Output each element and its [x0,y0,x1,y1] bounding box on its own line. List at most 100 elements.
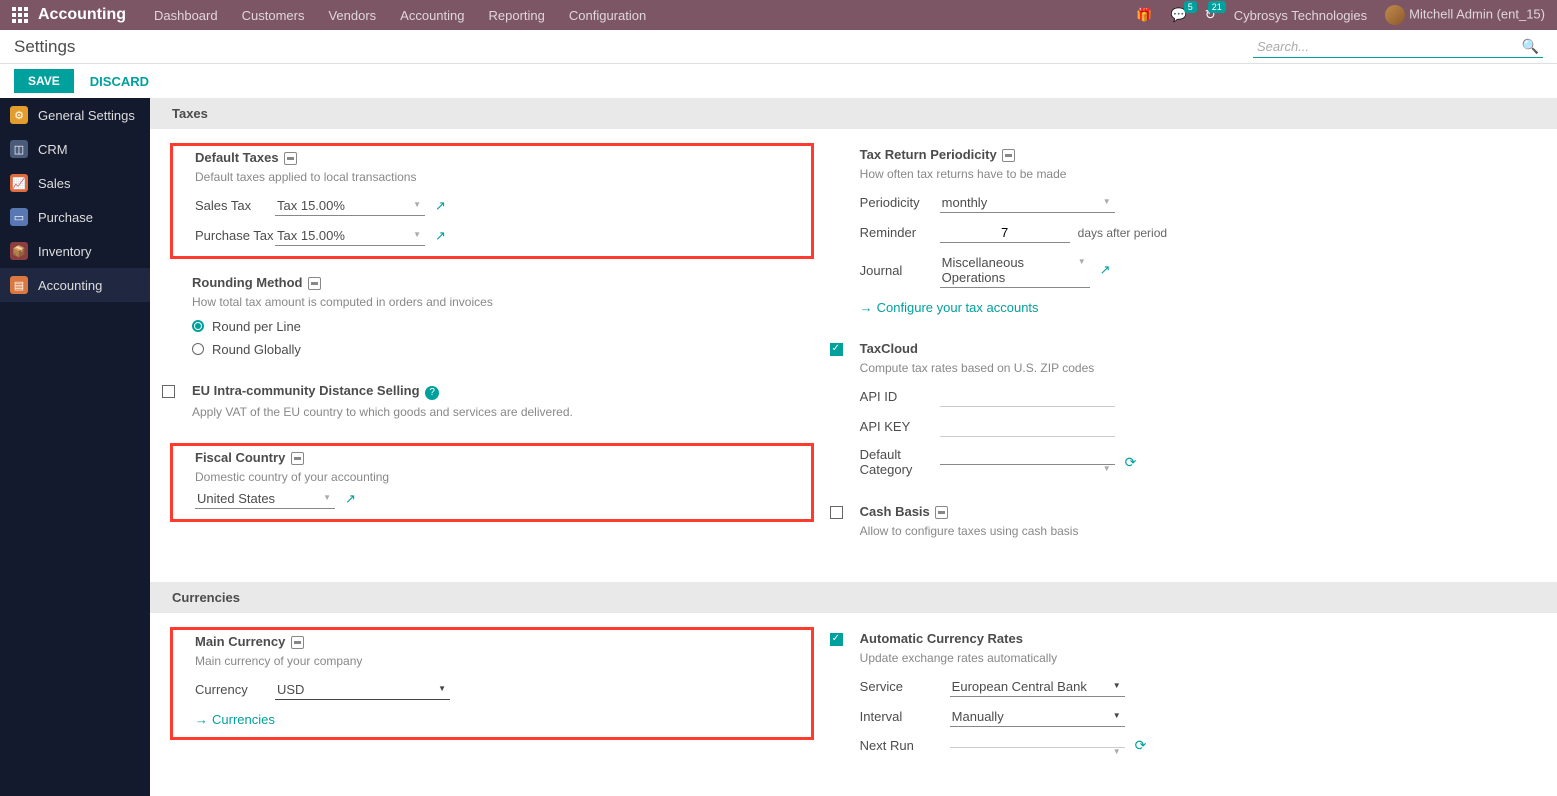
fiscal-country-select[interactable]: United States▼ [195,489,335,509]
dev-mode-icon[interactable] [291,452,304,465]
external-link-icon[interactable]: ↗ [435,198,446,214]
dev-mode-icon[interactable] [308,277,321,290]
gift-icon[interactable]: 🎁 [1136,7,1152,23]
apps-grid-icon[interactable] [12,7,28,23]
reload-icon[interactable]: ⟳ [1135,737,1147,754]
api-key-input[interactable] [940,417,1115,437]
activities-icon[interactable]: ↻21 [1205,7,1216,23]
sidebar-item-inventory[interactable]: 📦 Inventory [0,234,150,268]
checkbox-taxcloud[interactable] [830,343,843,356]
settings-content: Taxes Default Taxes Default taxes applie… [150,98,1557,796]
help-icon[interactable]: ? [425,386,439,400]
nav-configuration[interactable]: Configuration [569,8,646,23]
sales-icon: 📈 [10,174,28,192]
checkbox-eu[interactable] [162,385,175,398]
page-title: Settings [14,37,75,57]
sales-tax-select[interactable]: Tax 15.00%▼ [275,196,425,216]
external-link-icon[interactable]: ↗ [435,228,446,244]
radio-label: Round per Line [212,319,301,334]
sidebar-item-sales[interactable]: 📈Sales [0,166,150,200]
card-title: Cash Basis [860,504,930,519]
dev-mode-icon[interactable] [935,506,948,519]
sidebar-item-crm[interactable]: ◫CRM [0,132,150,166]
caret-icon: ▼ [1113,681,1121,690]
currency-select[interactable]: USD▼ [275,680,450,700]
dev-mode-icon[interactable] [1002,149,1015,162]
nav-customers[interactable]: Customers [242,8,305,23]
nav-vendors[interactable]: Vendors [328,8,376,23]
card-title: EU Intra-community Distance Selling [192,383,420,398]
nav-accounting[interactable]: Accounting [400,8,464,23]
interval-label: Interval [860,709,950,724]
category-select[interactable]: ▼ [940,460,1115,465]
app-title[interactable]: Accounting [38,6,126,24]
settings-sidebar: ⚙General Settings ◫CRM 📈Sales ▭Purchase … [0,98,150,796]
external-link-icon[interactable]: ↗ [1100,262,1111,278]
reminder-input[interactable] [940,223,1070,243]
interval-select[interactable]: Manually▼ [950,707,1125,727]
currency-label: Currency [195,682,275,697]
link-currencies[interactable]: →Currencies [195,712,275,727]
card-desc: How total tax amount is computed in orde… [192,294,806,311]
service-select[interactable]: European Central Bank▼ [950,677,1125,697]
sidebar-item-accounting[interactable]: ▤Accounting [0,268,150,302]
card-title: Default Taxes [195,150,279,165]
caret-icon: ▼ [1103,197,1111,206]
api-id-input[interactable] [940,387,1115,407]
purchase-icon: ▭ [10,208,28,226]
reload-icon[interactable]: ⟳ [1125,454,1137,471]
category-label: Default Category [860,447,940,478]
company-name[interactable]: Cybrosys Technologies [1234,8,1367,23]
card-title: TaxCloud [860,341,918,356]
caret-icon: ▼ [323,493,331,502]
user-menu[interactable]: Mitchell Admin (ent_15) [1385,5,1545,25]
sidebar-item-purchase[interactable]: ▭Purchase [0,200,150,234]
radio-round-per-line[interactable] [192,320,204,332]
nav-dashboard[interactable]: Dashboard [154,8,218,23]
search-icon[interactable]: 🔍 [1522,38,1539,55]
search-input[interactable] [1253,36,1543,58]
nav-reporting[interactable]: Reporting [489,8,545,23]
caret-icon: ▼ [1113,711,1121,720]
user-name: Mitchell Admin (ent_15) [1409,6,1545,21]
link-configure-tax[interactable]: →Configure your tax accounts [860,300,1039,315]
messages-icon[interactable]: 💬5 [1171,7,1187,23]
checkbox-auto-rates[interactable] [830,633,843,646]
periodicity-select[interactable]: monthly▼ [940,193,1115,213]
dev-mode-icon[interactable] [284,152,297,165]
radio-label: Round Globally [212,342,301,357]
card-title: Fiscal Country [195,450,285,465]
checkbox-cash-basis[interactable] [830,506,843,519]
sidebar-label: Inventory [38,244,91,259]
reminder-suffix: days after period [1078,226,1167,240]
gear-icon: ⚙ [10,106,28,124]
dev-mode-icon[interactable] [291,636,304,649]
external-link-icon[interactable]: ↗ [345,491,356,507]
sidebar-label: General Settings [38,108,135,123]
activities-badge: 21 [1208,1,1226,13]
card-desc: Allow to configure taxes using cash basi… [860,523,1474,540]
journal-select[interactable]: Miscellaneous Operations▼ [940,253,1090,288]
discard-button[interactable]: DISCARD [90,74,149,89]
purchase-tax-label: Purchase Tax [195,228,275,243]
service-label: Service [860,679,950,694]
next-run-select[interactable]: ▼ [950,743,1125,748]
action-bar: SAVE DISCARD [0,64,1557,98]
card-desc: Update exchange rates automatically [860,650,1474,667]
api-key-label: API KEY [860,419,940,434]
save-button[interactable]: SAVE [14,69,74,93]
caret-icon: ▼ [413,200,421,209]
subheader: Settings 🔍 [0,30,1557,64]
next-run-label: Next Run [860,738,950,753]
reminder-label: Reminder [860,225,940,240]
sidebar-item-general[interactable]: ⚙ General Settings [0,98,150,132]
section-taxes-header: Taxes [150,98,1557,129]
card-desc: Main currency of your company [195,653,803,670]
radio-round-globally[interactable] [192,343,204,355]
arrow-icon: → [860,300,873,315]
card-desc: Domestic country of your accounting [195,469,803,486]
card-desc: Apply VAT of the EU country to which goo… [192,404,806,421]
section-currencies-header: Currencies [150,582,1557,613]
purchase-tax-select[interactable]: Tax 15.00%▼ [275,226,425,246]
inventory-icon: 📦 [10,242,28,260]
